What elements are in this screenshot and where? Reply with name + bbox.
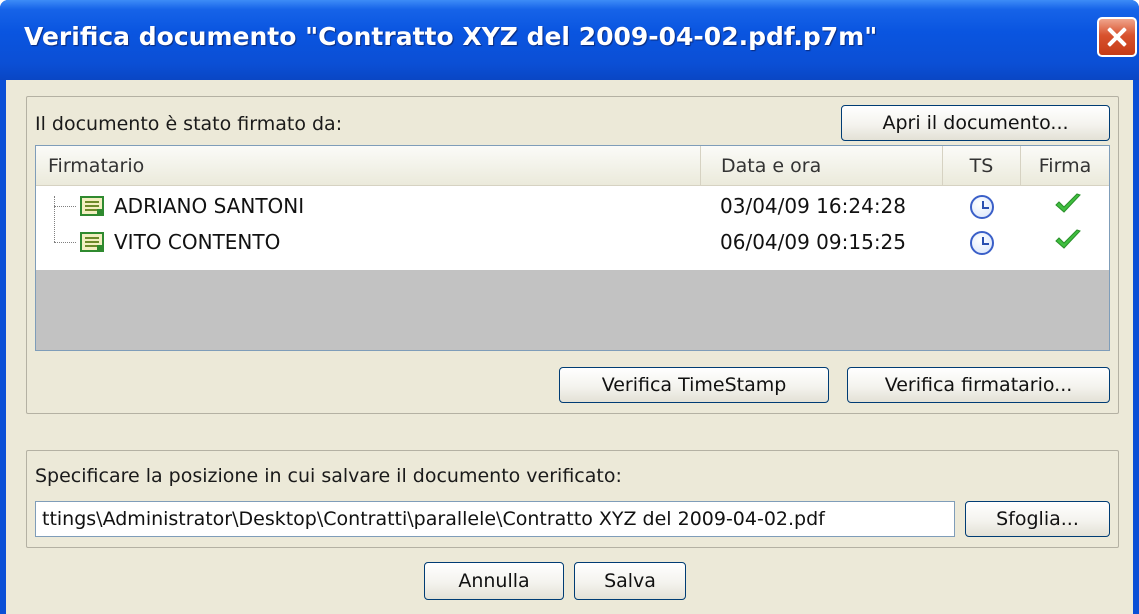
table-row[interactable]: VITO CONTENTO 06/04/09 09:15:25 [36, 222, 1109, 262]
signers-group: Il documento è stato firmato da: Apri il… [26, 96, 1119, 414]
open-document-button[interactable]: Apri il documento... [841, 105, 1110, 141]
verify-signer-button[interactable]: Verifica firmatario... [847, 367, 1110, 403]
browse-button[interactable]: Sfoglia... [965, 501, 1110, 537]
cancel-button[interactable]: Annulla [424, 562, 564, 600]
column-header-data-e-ora[interactable]: Data e ora [701, 146, 943, 186]
save-button[interactable]: Salva [574, 562, 686, 600]
signature-datetime: 06/04/09 09:15:25 [720, 230, 907, 254]
signers-label: Il documento è stato firmato da: [35, 113, 343, 135]
signature-datetime: 03/04/09 16:24:28 [720, 194, 907, 218]
table-row[interactable]: ADRIANO SANTONI 03/04/09 16:24:28 [36, 186, 1109, 226]
certificate-icon [80, 196, 104, 216]
check-icon [1055, 229, 1081, 249]
save-path-field[interactable]: ttings\Administrator\Desktop\Contratti\p… [35, 501, 955, 537]
clock-icon[interactable] [970, 231, 994, 255]
verify-timestamp-button[interactable]: Verifica TimeStamp [559, 367, 829, 403]
tree-connector [54, 206, 76, 207]
signers-list: ADRIANO SANTONI 03/04/09 16:24:28 VITO C… [36, 186, 1109, 270]
window-title: Verifica documento "Contratto XYZ del 20… [24, 22, 878, 51]
save-location-group: Specificare la posizione in cui salvare … [26, 450, 1119, 548]
save-location-label: Specificare la posizione in cui salvare … [35, 465, 622, 487]
table-header: Firmatario Data e ora TS Firma [36, 146, 1109, 186]
clock-icon[interactable] [970, 195, 994, 219]
dialog-body: Il documento è stato firmato da: Apri il… [6, 80, 1133, 614]
close-icon[interactable] [1097, 17, 1137, 57]
verify-document-dialog: Verifica documento "Contratto XYZ del 20… [0, 0, 1139, 614]
column-header-firmatario[interactable]: Firmatario [36, 146, 701, 186]
title-bar[interactable]: Verifica documento "Contratto XYZ del 20… [0, 0, 1139, 80]
check-icon [1055, 193, 1081, 213]
signer-name: ADRIANO SANTONI [114, 194, 305, 218]
column-header-ts[interactable]: TS [943, 146, 1021, 186]
certificate-icon [80, 232, 104, 252]
signer-name: VITO CONTENTO [114, 230, 281, 254]
signers-table: Firmatario Data e ora TS Firma ADRIANO S… [35, 145, 1110, 351]
column-header-firma[interactable]: Firma [1021, 146, 1109, 186]
tree-connector [54, 242, 76, 243]
